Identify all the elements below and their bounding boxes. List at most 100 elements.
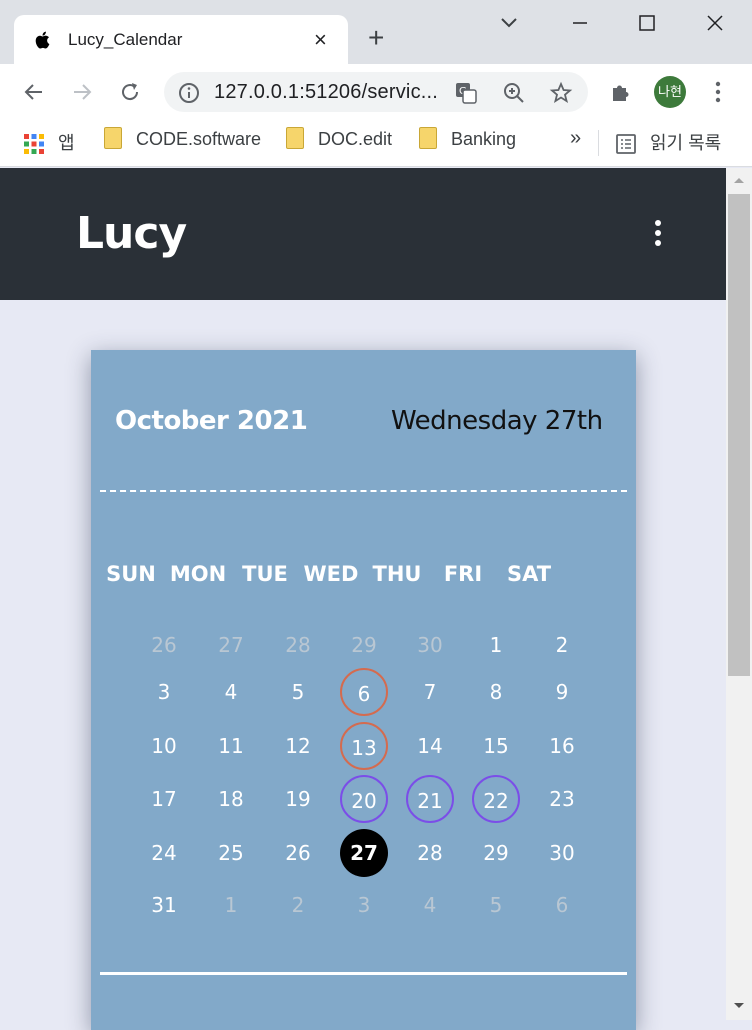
new-tab-button[interactable]: + — [368, 24, 384, 52]
day-cell[interactable]: 22 — [472, 775, 520, 823]
address-bar[interactable]: 127.0.0.1:51206/servic... G — [164, 72, 588, 112]
day-cell[interactable]: 8 — [472, 668, 520, 716]
apple-favicon-icon — [35, 31, 50, 49]
day-cell-adjacent-month[interactable]: 30 — [406, 621, 454, 669]
tab-title: Lucy_Calendar — [68, 30, 183, 49]
bookmark-doc-edit[interactable]: DOC.edit — [286, 127, 393, 151]
reading-list-label: 읽기 목록 — [650, 133, 722, 153]
scroll-down-arrow-icon[interactable] — [733, 1002, 745, 1010]
translate-icon[interactable]: G — [454, 81, 478, 105]
browser-tab-strip: Lucy_Calendar × + — [0, 0, 752, 65]
day-cell-adjacent-month[interactable]: 2 — [274, 881, 322, 929]
calendar-card: October 2021 Wednesday 27th SUN MON TUE WED… — [91, 350, 636, 1030]
day-cell[interactable]: 29 — [472, 829, 520, 877]
bookmark-star-icon[interactable] — [549, 81, 573, 105]
weekday-thu: THU — [372, 562, 422, 586]
close-window-icon[interactable] — [706, 14, 724, 32]
reading-list-button[interactable]: 읽기 목록 — [616, 129, 721, 155]
weekday-sun: SUN — [106, 562, 156, 586]
day-cell[interactable]: 3 — [140, 668, 188, 716]
day-cell[interactable]: 12 — [274, 722, 322, 770]
browser-toolbar: 127.0.0.1:51206/servic... G 나현 — [0, 64, 752, 120]
day-cell-adjacent-month[interactable]: 29 — [340, 621, 388, 669]
reading-list-icon — [616, 134, 636, 155]
day-cell[interactable]: 6 — [340, 668, 388, 716]
tab-search-chevron-icon[interactable] — [500, 16, 518, 30]
weekday-fri: FRI — [443, 562, 483, 586]
bookmark-code-software[interactable]: CODE.software — [104, 127, 262, 151]
day-cell[interactable]: 18 — [207, 775, 255, 823]
bookmark-label: CODE.software — [136, 129, 262, 149]
weekday-wed: WED — [303, 562, 359, 586]
bookmarks-overflow-button[interactable]: » — [570, 127, 581, 150]
bookmark-label: DOC.edit — [318, 129, 393, 149]
divider — [598, 130, 599, 156]
zoom-icon[interactable] — [502, 81, 526, 105]
scrollbar-thumb[interactable] — [728, 194, 750, 676]
bookmark-label: 앱 — [58, 133, 75, 153]
day-cell[interactable]: 24 — [140, 829, 188, 877]
profile-avatar[interactable]: 나현 — [654, 76, 686, 108]
browser-tab[interactable]: Lucy_Calendar × — [14, 15, 348, 65]
day-cell[interactable]: 27 — [340, 829, 388, 877]
day-cell[interactable]: 23 — [538, 775, 586, 823]
day-cell[interactable]: 26 — [274, 829, 322, 877]
weekday-mon: MON — [169, 562, 227, 586]
day-cell[interactable]: 15 — [472, 722, 520, 770]
day-cell[interactable]: 4 — [207, 668, 255, 716]
app-header: Lucy — [0, 168, 726, 300]
day-cell-adjacent-month[interactable]: 27 — [207, 621, 255, 669]
day-cell[interactable]: 5 — [274, 668, 322, 716]
minimize-icon[interactable] — [571, 14, 589, 32]
day-cell[interactable]: 17 — [140, 775, 188, 823]
day-cell[interactable]: 9 — [538, 668, 586, 716]
bookmark-banking[interactable]: Banking — [419, 127, 517, 151]
day-cell[interactable]: 1 — [472, 621, 520, 669]
day-cell[interactable]: 31 — [140, 881, 188, 929]
day-cell-adjacent-month[interactable]: 26 — [140, 621, 188, 669]
back-icon[interactable] — [22, 80, 46, 104]
weekday-sat: SAT — [506, 562, 552, 586]
weekday-tue: TUE — [242, 562, 288, 586]
bookmark-apps[interactable]: 앱 — [24, 129, 75, 155]
reload-icon[interactable] — [118, 80, 142, 104]
day-cell-adjacent-month[interactable]: 3 — [340, 881, 388, 929]
day-cell-adjacent-month[interactable]: 5 — [472, 881, 520, 929]
day-cell[interactable]: 16 — [538, 722, 586, 770]
app-brand-title: Lucy — [76, 208, 187, 259]
page-scrollbar[interactable] — [726, 168, 752, 1020]
folder-icon — [104, 127, 122, 150]
footer-divider — [100, 972, 627, 975]
day-cell[interactable]: 19 — [274, 775, 322, 823]
day-cell[interactable]: 28 — [406, 829, 454, 877]
day-cell[interactable]: 25 — [207, 829, 255, 877]
day-cell-adjacent-month[interactable]: 6 — [538, 881, 586, 929]
day-cell[interactable]: 2 — [538, 621, 586, 669]
header-divider — [100, 490, 627, 492]
extensions-puzzle-icon[interactable] — [609, 80, 633, 104]
folder-icon — [419, 127, 437, 150]
bookmarks-bar: 앱 CODE.software DOC.edit Banking » 읽기 목록 — [0, 120, 752, 167]
site-info-icon[interactable] — [178, 82, 200, 104]
day-cell[interactable]: 14 — [406, 722, 454, 770]
day-cell-adjacent-month[interactable]: 1 — [207, 881, 255, 929]
day-cell[interactable]: 7 — [406, 668, 454, 716]
scroll-up-arrow-icon[interactable] — [733, 176, 745, 184]
maximize-icon[interactable] — [638, 14, 656, 32]
day-cell[interactable]: 30 — [538, 829, 586, 877]
day-cell-adjacent-month[interactable]: 28 — [274, 621, 322, 669]
bookmark-label: Banking — [451, 129, 517, 149]
forward-icon[interactable] — [70, 80, 94, 104]
app-menu-icon[interactable] — [655, 220, 665, 250]
url-text[interactable]: 127.0.0.1:51206/servic... — [214, 81, 438, 104]
day-cell[interactable]: 10 — [140, 722, 188, 770]
day-cell[interactable]: 13 — [340, 722, 388, 770]
selected-date-label: Wednesday 27th — [391, 406, 603, 436]
day-cell[interactable]: 11 — [207, 722, 255, 770]
day-cell[interactable]: 21 — [406, 775, 454, 823]
browser-menu-icon[interactable] — [712, 80, 724, 104]
day-cell-adjacent-month[interactable]: 4 — [406, 881, 454, 929]
folder-icon — [286, 127, 304, 150]
tab-close-icon[interactable]: × — [314, 27, 327, 53]
day-cell[interactable]: 20 — [340, 775, 388, 823]
